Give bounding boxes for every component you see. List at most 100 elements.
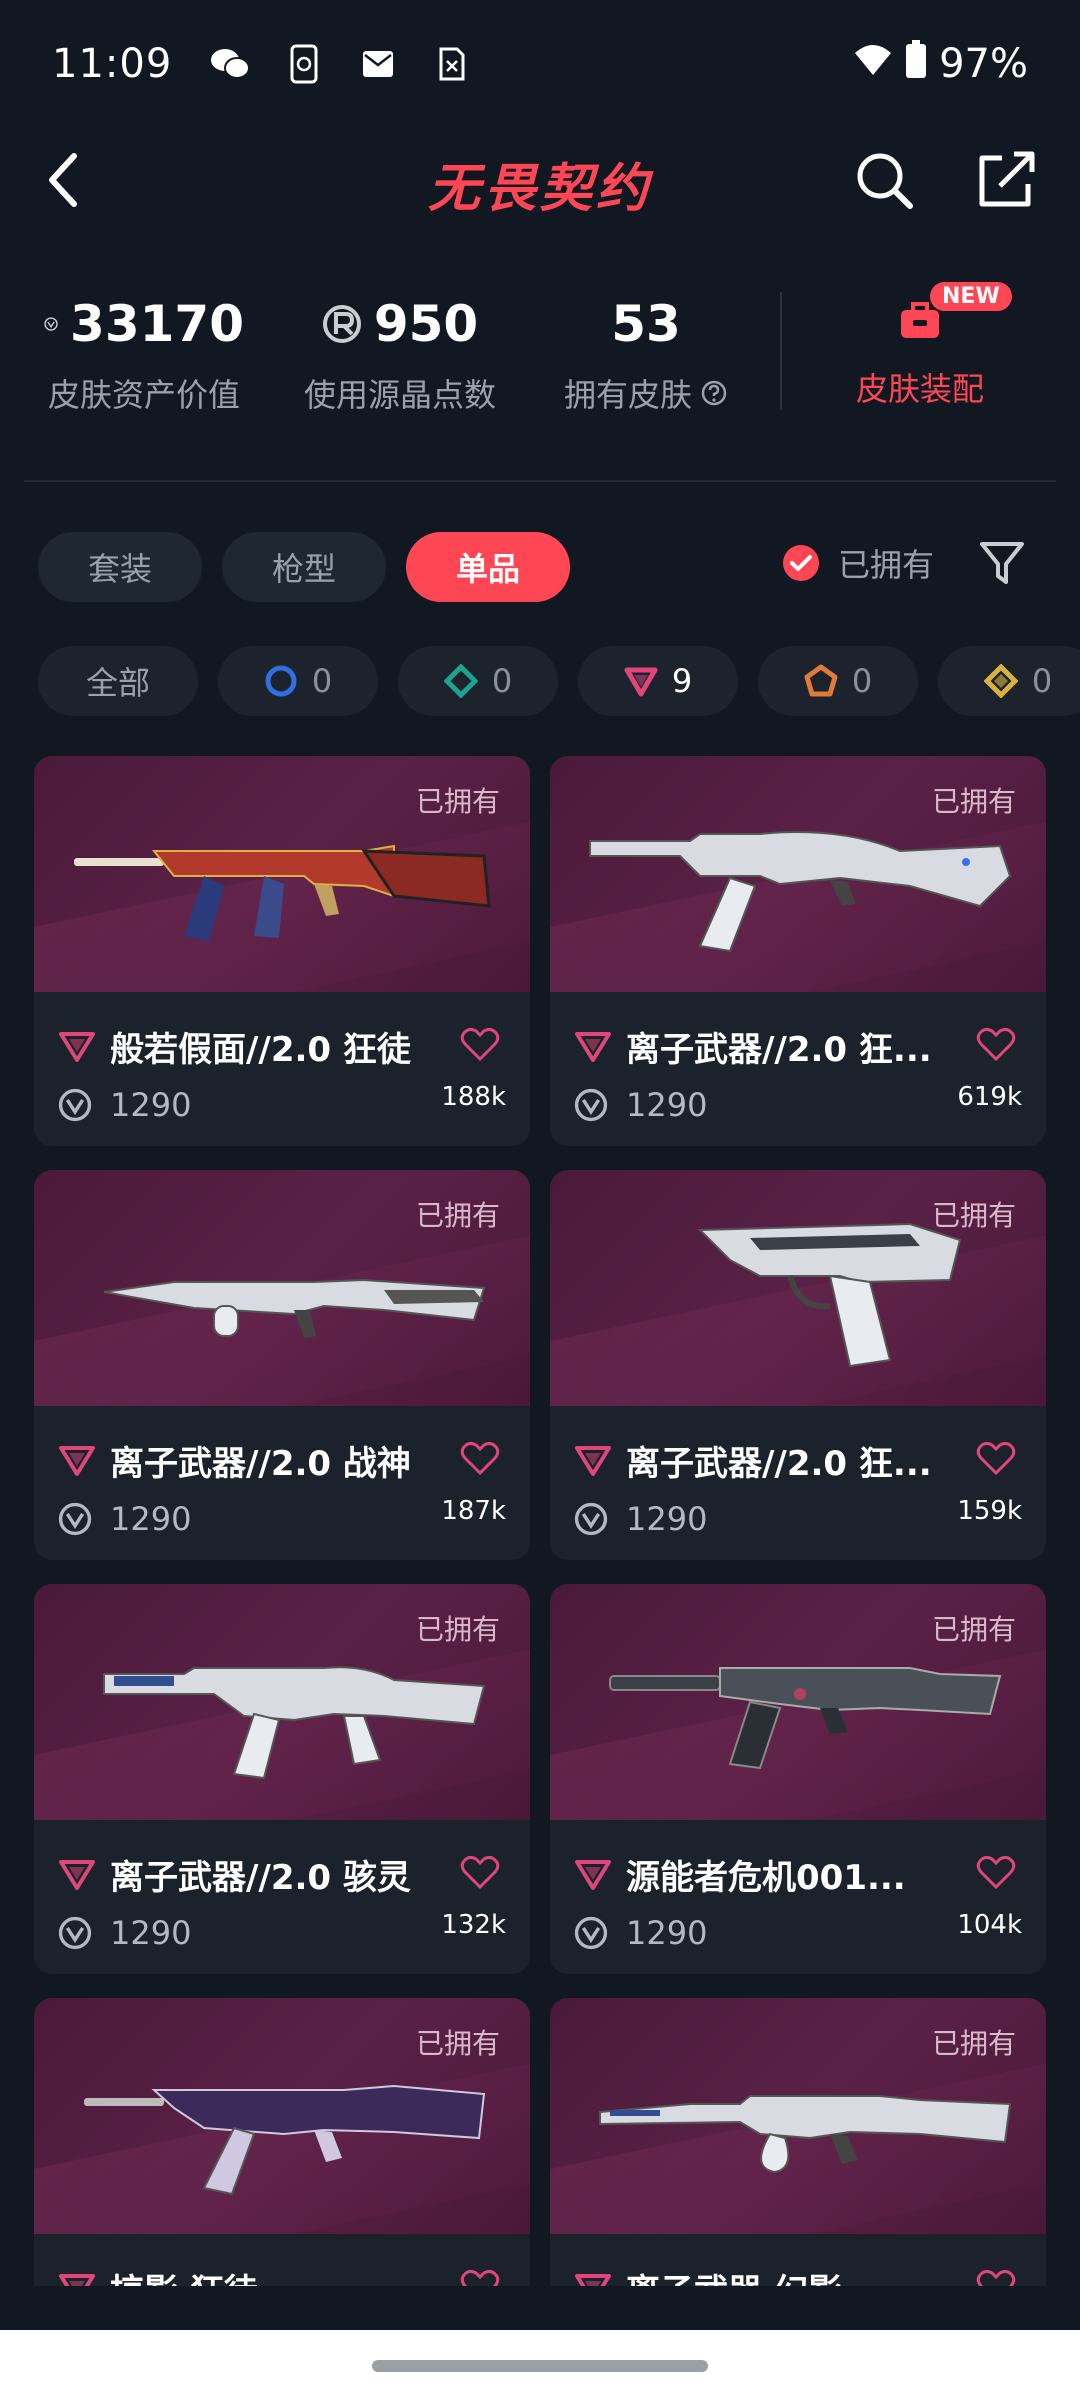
premium-tier-icon [59, 1031, 95, 1062]
status-time: 11:09 [52, 41, 173, 87]
skin-name: 离子武器//2.0 狂... [626, 1030, 932, 1070]
skin-name: 般若假面//2.0 狂徒 [110, 1030, 411, 1070]
new-badge: NEW [930, 282, 1012, 311]
rarity-chip-exclusive[interactable]: 0 [758, 646, 918, 716]
share-button[interactable] [974, 148, 1038, 212]
exclusive-tier-icon [804, 664, 838, 697]
skin-card-banner: 已拥有 [34, 1998, 530, 2234]
heart-icon[interactable] [460, 1440, 500, 1476]
skin-price: 1290 [626, 1086, 708, 1124]
wifi-icon [853, 41, 893, 87]
skin-name: 离子武器//2.0 骇灵 [110, 1858, 411, 1898]
stat-value: 950 [300, 294, 500, 354]
help-icon[interactable] [700, 379, 728, 407]
tab-bundles[interactable]: 套装 [38, 532, 202, 602]
skin-equip-button[interactable]: NEW 皮肤装配 [830, 282, 1012, 410]
skin-card-info: 离子武器//2.0 骇灵 1290 132k [34, 1820, 530, 1974]
owned-toggle-label: 已拥有 [838, 546, 935, 584]
skin-card-banner: 已拥有 [34, 756, 530, 992]
skin-price: 1290 [626, 1914, 708, 1952]
skin-price: 1290 [110, 1914, 192, 1952]
premium-tier-icon [624, 667, 658, 697]
stat-label: 使用源晶点数 [303, 376, 496, 414]
skin-card-info: 般若假面//2.0 狂徒 1290 188k [34, 992, 530, 1146]
tab-weapon-type[interactable]: 枪型 [222, 532, 386, 602]
premium-tier-icon [59, 1445, 95, 1476]
battery-level: 97% [939, 41, 1028, 87]
smg-image [609, 1667, 1002, 1770]
skin-card[interactable]: 已拥有 源能者危机001... 1290 104k [550, 1584, 1046, 1974]
skin-card[interactable]: 已拥有 离子武器//2.0 狂... 1290 619k [550, 756, 1046, 1146]
stat-value: 33170 [44, 294, 244, 354]
like-count: 104k [957, 1910, 1022, 1940]
notification-icons [210, 44, 472, 84]
radianite-icon [322, 305, 361, 343]
search-button[interactable] [852, 148, 916, 212]
heart-icon[interactable] [460, 1854, 500, 1890]
filter-button[interactable] [978, 538, 1026, 590]
like-count: 619k [957, 1082, 1022, 1112]
vp-icon [58, 1502, 92, 1536]
heart-icon[interactable] [976, 1440, 1016, 1476]
system-nav-bar [0, 2330, 1080, 2400]
stat-divider [780, 292, 782, 410]
skin-card-info: 离子武器//2.0 狂... 1290 619k [550, 992, 1046, 1146]
stat-value: 53 [611, 295, 681, 353]
rifle-image [589, 831, 1012, 953]
tab-single-items[interactable]: 单品 [406, 532, 570, 602]
skin-price: 1290 [110, 1086, 192, 1124]
rarity-chip-ultra[interactable]: 0 [938, 646, 1080, 716]
skin-name: 掠影 狂徒 [110, 2264, 258, 2286]
rarity-chip-select[interactable]: 0 [218, 646, 378, 716]
vp-icon [574, 1088, 608, 1122]
skin-card-info: 离子武器//2.0 狂... 1290 159k [550, 1406, 1046, 1560]
vp-icon [44, 317, 58, 331]
battery-icon [905, 40, 927, 88]
skin-price: 1290 [626, 1500, 708, 1538]
stat-label[interactable]: 拥有皮肤 [556, 370, 736, 416]
heart-icon[interactable] [976, 1854, 1016, 1890]
divider [24, 480, 1056, 482]
stats-panel: 33170 皮肤资产价值 950 使用源晶点数 53 拥有皮肤 NEW 皮肤装配 [0, 270, 1080, 450]
premium-tier-icon [575, 1031, 611, 1062]
skin-card[interactable]: 已拥有 离子武器 幻影 [550, 1998, 1046, 2286]
gesture-handle[interactable] [372, 2360, 708, 2372]
app-header: 无畏契约 [0, 128, 1080, 232]
heart-icon[interactable] [460, 1026, 500, 1062]
like-count: 132k [441, 1910, 506, 1940]
category-tabs: 套装 枪型 单品 [38, 532, 570, 602]
premium-tier-icon [575, 2273, 611, 2286]
skin-card[interactable]: 已拥有 离子武器//2.0 骇灵 1290 132k [34, 1584, 530, 1974]
stat-asset-value: 33170 皮肤资产价值 [44, 294, 244, 416]
stat-radianite: 950 使用源晶点数 [300, 294, 500, 416]
rarity-chip-premium[interactable]: 9 [578, 646, 738, 716]
owned-toggle[interactable]: 已拥有 [782, 540, 934, 586]
skin-card-info: 离子武器//2.0 战神 1290 187k [34, 1406, 530, 1560]
rarity-chip-all[interactable]: 全部 [38, 646, 198, 716]
heart-icon[interactable] [976, 2268, 1016, 2286]
skin-card-banner: 已拥有 [550, 1584, 1046, 1820]
like-count: 159k [957, 1496, 1022, 1526]
skin-price: 1290 [110, 1500, 192, 1538]
deluxe-tier-icon [443, 664, 478, 698]
skin-card-banner: 已拥有 [34, 1584, 530, 1820]
skin-card[interactable]: 已拥有 离子武器//2.0 狂... 1290 159k [550, 1170, 1046, 1560]
rarity-chip-deluxe[interactable]: 0 [398, 646, 558, 716]
skin-name: 离子武器 幻影 [626, 2264, 842, 2286]
skin-card-banner: 已拥有 [550, 1170, 1046, 1406]
pistol-image [697, 1222, 962, 1368]
heart-icon[interactable] [976, 1026, 1016, 1062]
checkbox-checked-icon[interactable] [782, 544, 820, 582]
smg-image [103, 1666, 486, 1780]
skin-card[interactable]: 已拥有 离子武器//2.0 战神 1290 187k [34, 1170, 530, 1560]
rarity-filter-row: 全部 0 0 9 0 0 [38, 646, 1080, 716]
mail-icon [358, 45, 398, 83]
status-bar: 11:09 97% [0, 0, 1080, 128]
skin-grid: 已拥有 般若假面//2.0 狂徒 1290 188k 已拥有 离子武器//2.0… [34, 756, 1046, 2286]
skin-card[interactable]: 已拥有 掠影 狂徒 [34, 1998, 530, 2286]
vp-icon [574, 1916, 608, 1950]
skin-card[interactable]: 已拥有 般若假面//2.0 狂徒 1290 188k [34, 756, 530, 1146]
like-count: 187k [441, 1496, 506, 1526]
app-logo: 无畏契约 [427, 159, 652, 219]
heart-icon[interactable] [460, 2268, 500, 2286]
